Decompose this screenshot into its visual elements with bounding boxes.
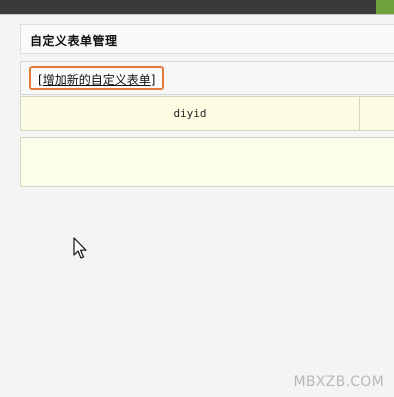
page-title: 自定义表单管理	[30, 34, 118, 48]
bracket-close: ]	[150, 73, 156, 87]
column-header-next	[360, 97, 394, 130]
table-body	[20, 137, 394, 187]
mouse-pointer-icon	[73, 237, 87, 259]
add-custom-form-link[interactable]: [增加新的自定义表单]	[29, 66, 165, 90]
panel-header: 自定义表单管理	[20, 24, 394, 54]
column-header-diyid: diyid	[21, 97, 360, 130]
top-bar-accent	[376, 0, 394, 14]
add-custom-form-label: 增加新的自定义表单	[42, 73, 151, 87]
top-divider	[0, 14, 394, 15]
table-header: diyid	[20, 96, 394, 131]
top-bar	[0, 0, 394, 14]
watermark: MBXZB.COM	[293, 374, 384, 390]
toolbar: [增加新的自定义表单]	[20, 61, 394, 95]
